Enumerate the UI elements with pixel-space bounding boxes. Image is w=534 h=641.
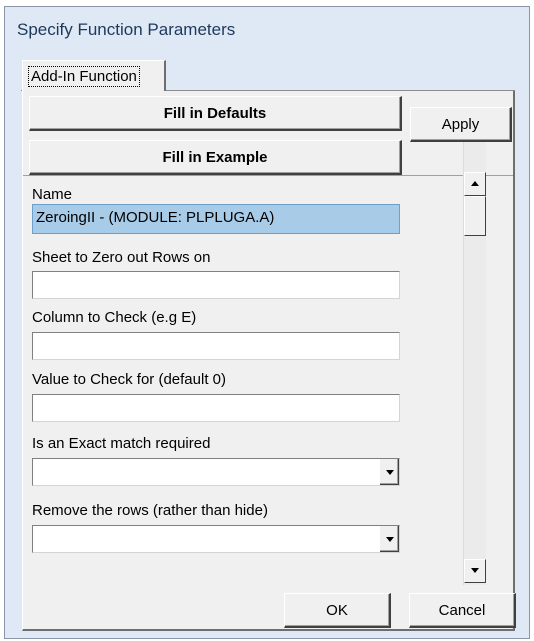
fill-in-example-button[interactable]: Fill in Example — [29, 140, 402, 175]
sheet-label: Sheet to Zero out Rows on — [32, 249, 211, 266]
cancel-button[interactable]: Cancel — [409, 593, 516, 628]
window-title: Specify Function Parameters — [17, 20, 236, 39]
tab-add-in-function[interactable]: Add-In Function — [22, 60, 166, 91]
remove-rows-dropdown[interactable] — [32, 525, 400, 553]
parameters-scroll-area: Name ZeroingII - (MODULE: PLPLUGA.A) She… — [23, 175, 513, 585]
exact-match-label: Is an Exact match required — [32, 435, 211, 452]
chevron-down-icon[interactable] — [379, 526, 399, 552]
remove-rows-label: Remove the rows (rather than hide) — [32, 502, 268, 519]
apply-button[interactable]: Apply — [410, 107, 512, 142]
name-field[interactable]: ZeroingII - (MODULE: PLPLUGA.A) — [32, 204, 400, 234]
sheet-input[interactable] — [32, 271, 400, 299]
exact-match-dropdown[interactable] — [32, 458, 400, 486]
ok-button[interactable]: OK — [284, 593, 391, 628]
column-input[interactable] — [32, 332, 400, 360]
value-check-label: Value to Check for (default 0) — [32, 371, 226, 388]
value-check-input[interactable] — [32, 394, 400, 422]
name-label: Name — [32, 186, 73, 203]
scroll-up-icon[interactable] — [464, 172, 486, 196]
vertical-scrollbar[interactable] — [463, 142, 486, 585]
chevron-down-icon[interactable] — [379, 459, 399, 485]
column-label: Column to Check (e.g E) — [32, 309, 197, 326]
tab-label: Add-In Function — [28, 66, 140, 87]
scroll-thumb[interactable] — [464, 196, 486, 236]
fill-in-defaults-button[interactable]: Fill in Defaults — [29, 96, 402, 131]
scroll-down-icon[interactable] — [464, 559, 486, 583]
